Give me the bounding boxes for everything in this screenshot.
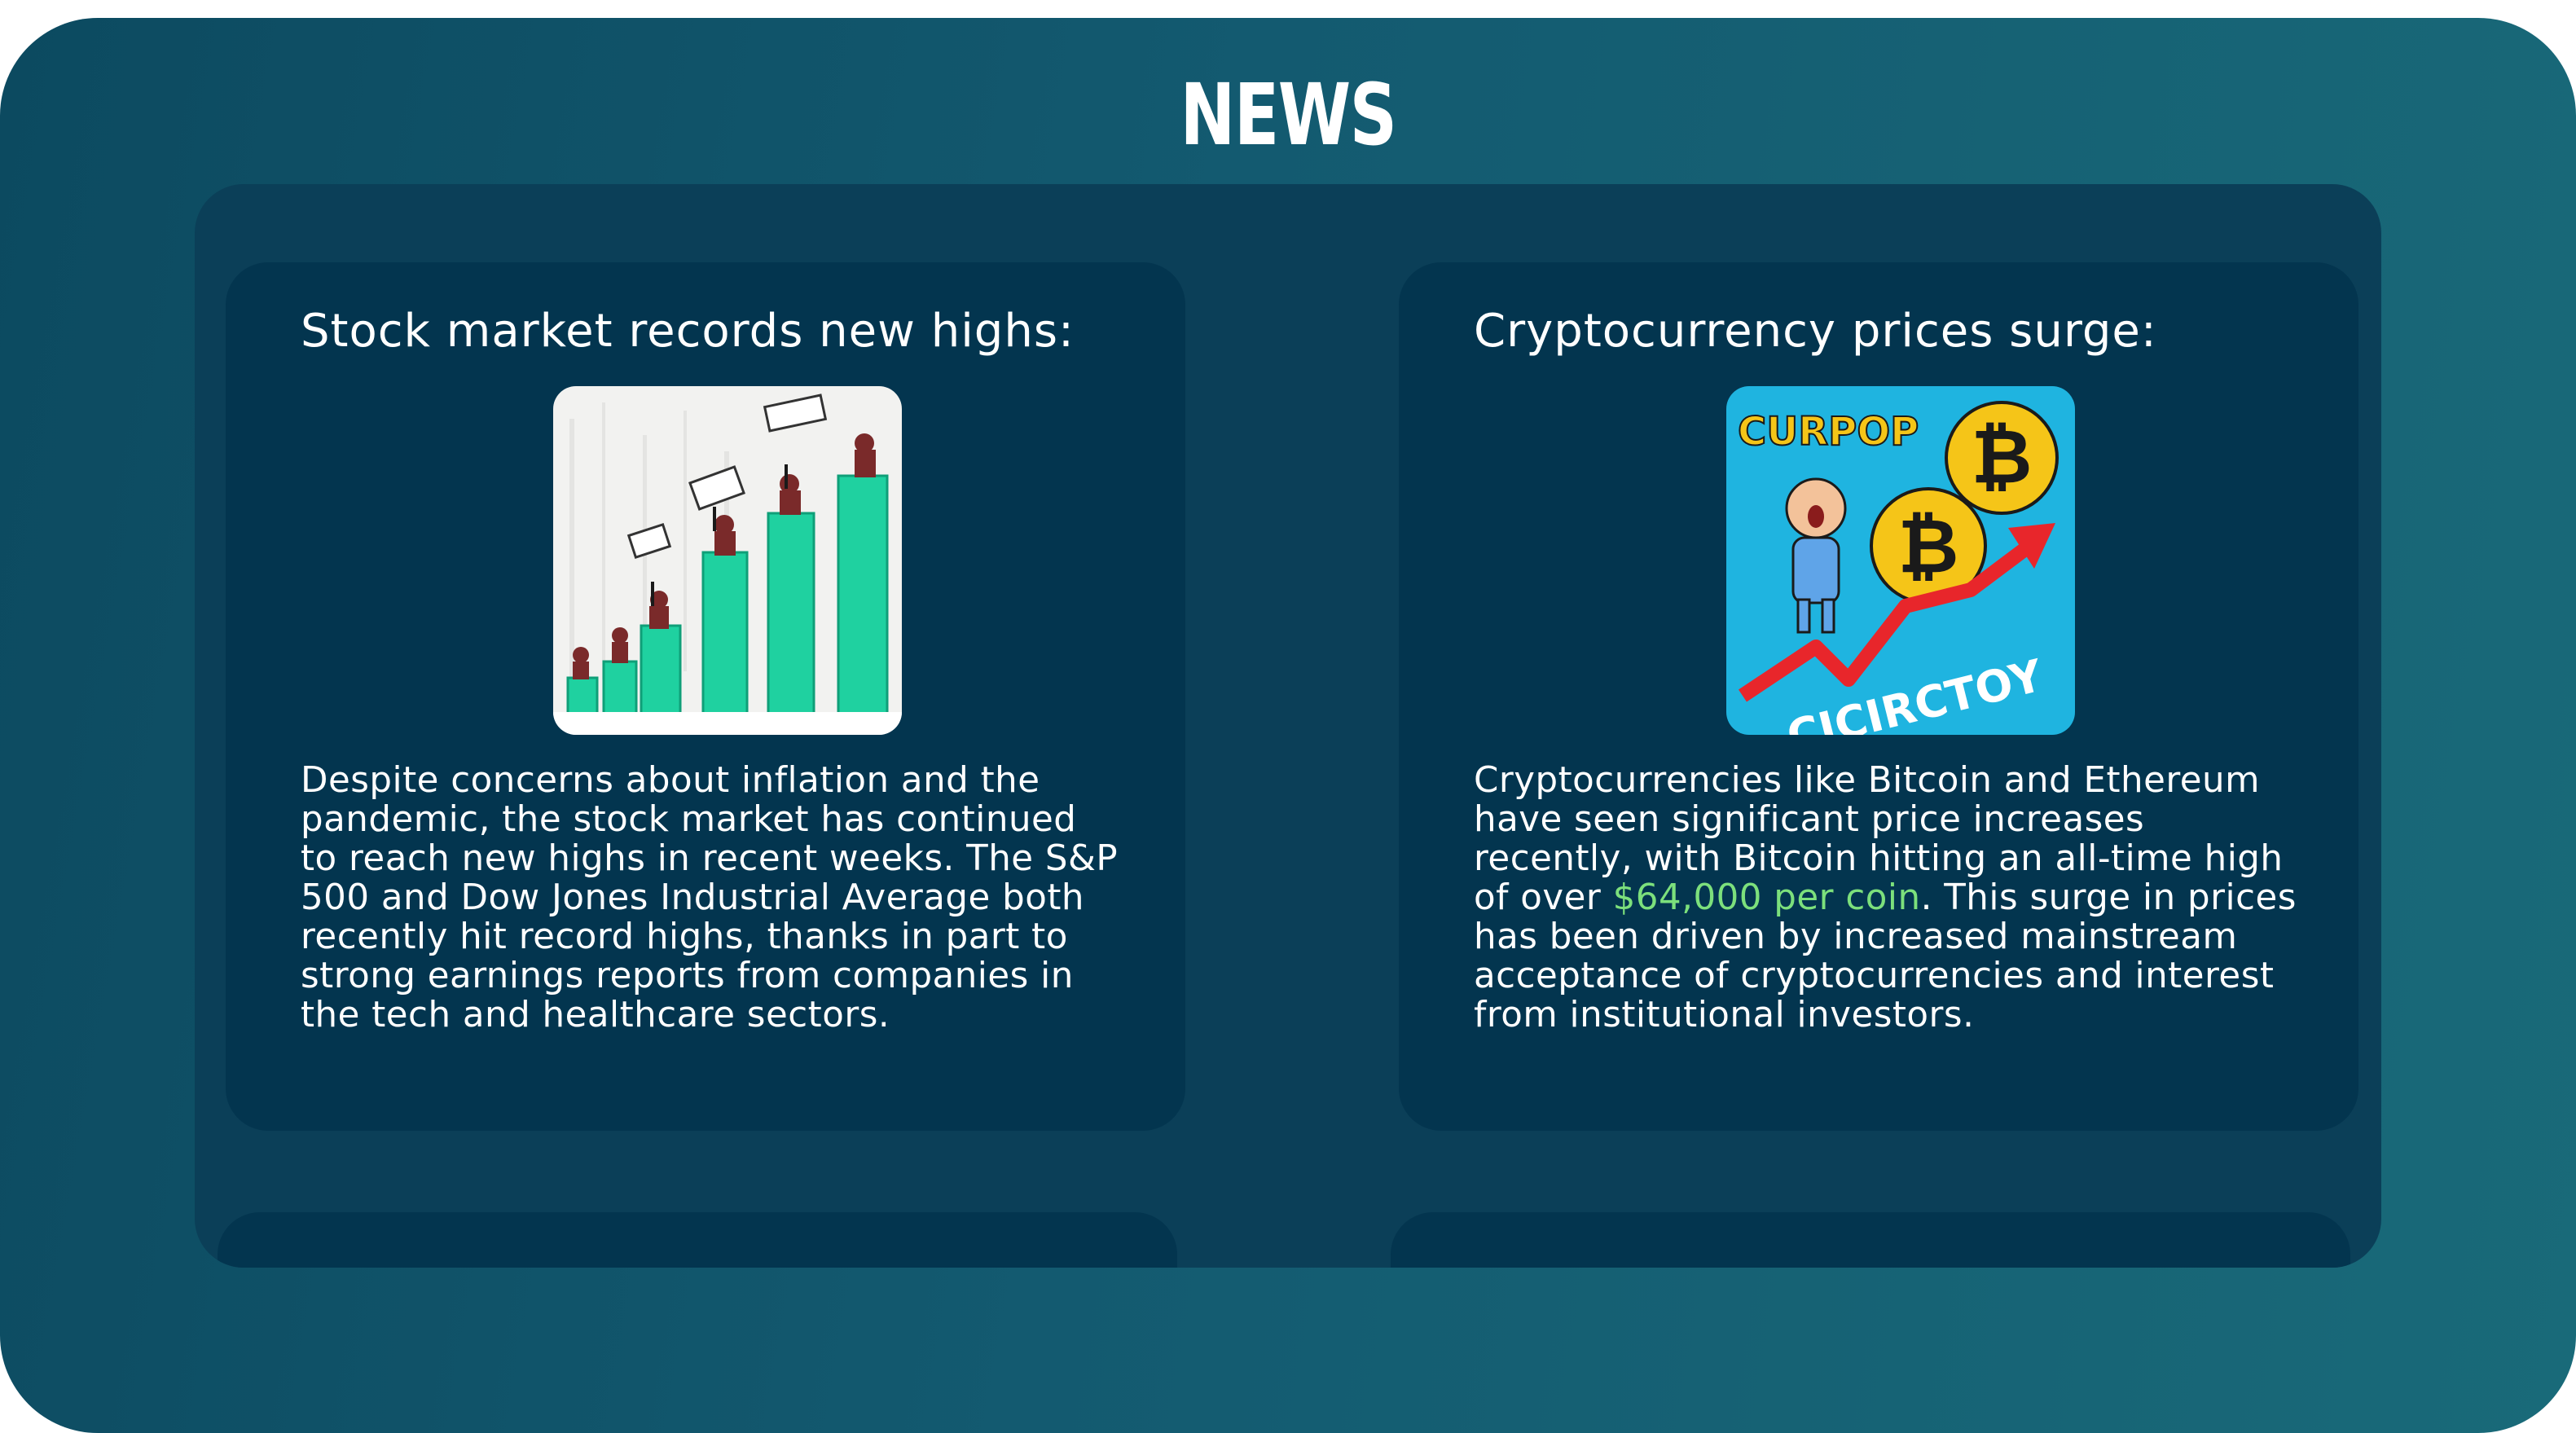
news-card-crypto[interactable]: Cryptocurrency prices surge: ₿ ₿ CURPOP … — [1399, 262, 2358, 1131]
news-card-partial-right[interactable] — [1391, 1212, 2350, 1268]
app-frame: NEWS Stock market records new highs: Des… — [0, 18, 2576, 1433]
bitcoin-symbol-2: ₿ — [1898, 503, 1959, 590]
card-heading: Cryptocurrency prices surge: — [1474, 305, 2157, 358]
stock-chart-illustration-icon — [553, 386, 902, 735]
card-heading: Stock market records new highs: — [301, 305, 1075, 358]
crypto-image: ₿ ₿ CURPOP CICIRCTOY — [1726, 386, 2075, 735]
card-body: Despite concerns about inflation and the… — [301, 760, 1119, 1035]
card-body: Cryptocurrencies like Bitcoin and Ethere… — [1474, 761, 2297, 1035]
crypto-cartoon-illustration-icon: ₿ ₿ CURPOP CICIRCTOY — [1726, 386, 2075, 735]
bitcoin-symbol-1: ₿ — [1972, 413, 2033, 500]
page-title: NEWS — [1180, 65, 1398, 165]
news-panel: Stock market records new highs: Despite … — [195, 184, 2381, 1268]
news-card-stock-market[interactable]: Stock market records new highs: Despite … — [226, 262, 1185, 1131]
news-card-partial-left[interactable] — [218, 1212, 1177, 1268]
stock-chart-image — [553, 386, 902, 735]
card-body-highlight: $64,000 per coin — [1612, 877, 1921, 918]
crypto-image-top-text: CURPOP — [1738, 409, 1919, 455]
